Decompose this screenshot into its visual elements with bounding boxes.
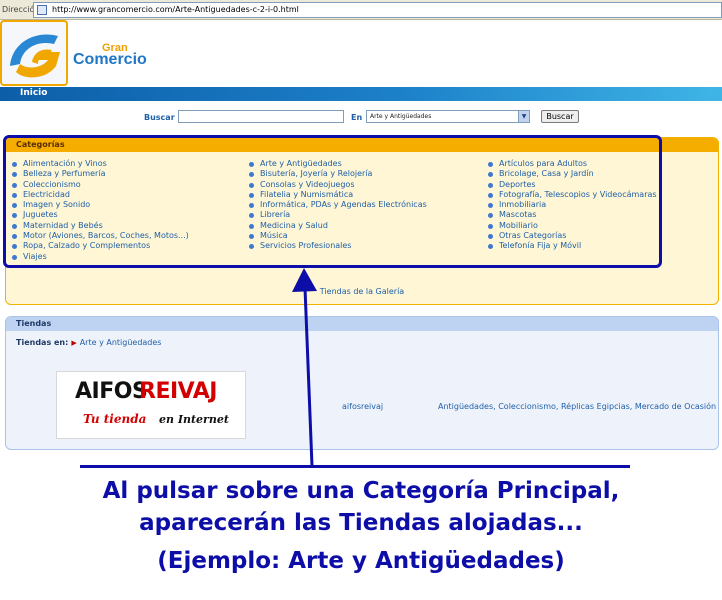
caption-line-1: Al pulsar sobre una Categoría Principal,	[102, 478, 620, 504]
annotation-divider	[80, 465, 630, 468]
screenshot: Dirección http://www.grancomercio.com/Ar…	[0, 0, 722, 600]
caption-line-2: aparecerán las Tiendas alojadas...	[139, 510, 583, 536]
caption-line-3: (Ejemplo: Arte y Antigüedades)	[157, 548, 565, 574]
